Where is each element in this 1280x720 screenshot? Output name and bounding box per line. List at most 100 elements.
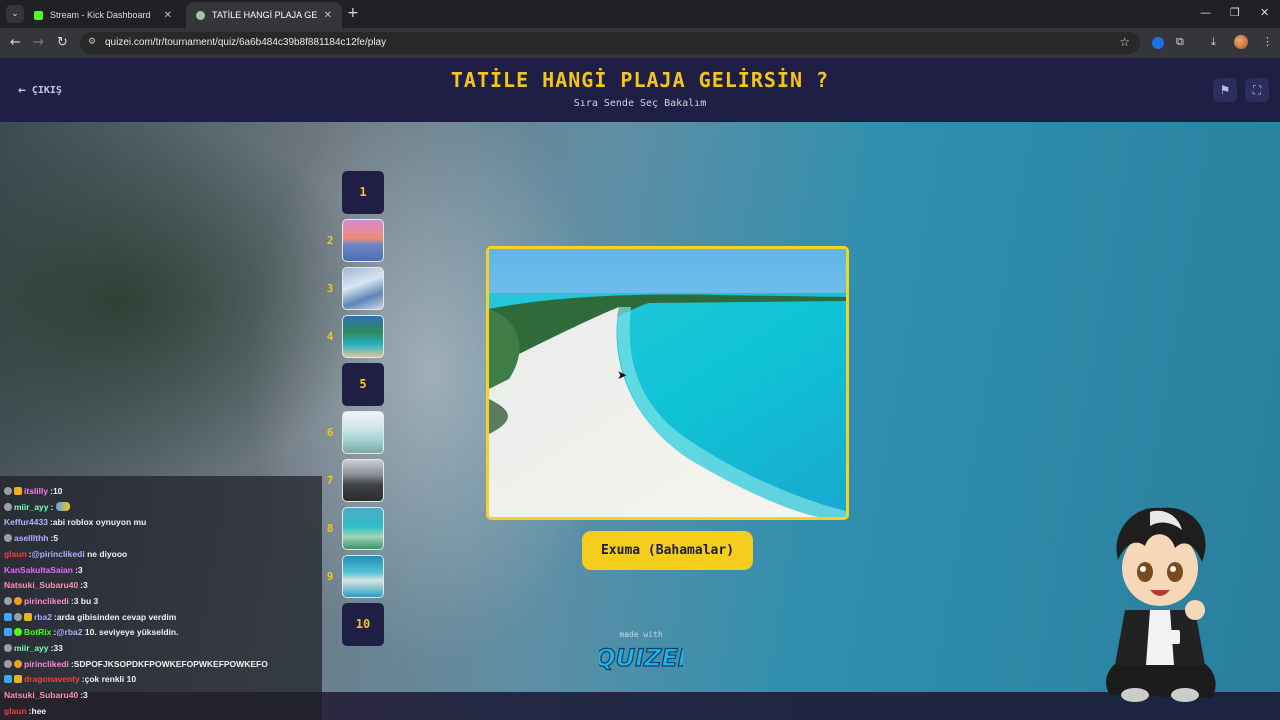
chat-message: KanSakultaSaian: 3 [4, 563, 83, 577]
menu-kebab-icon[interactable]: ⋮ [1262, 35, 1273, 48]
chat-mention[interactable]: @pirinclikedi [32, 547, 85, 561]
chat-username[interactable]: glaun [4, 547, 27, 561]
chat-message: miir_ayy: 33 [4, 641, 63, 655]
orange-badge-icon [14, 659, 22, 668]
chat-username[interactable]: Natsuki_Subaru40 [4, 688, 78, 702]
reload-icon[interactable]: ↻ [57, 35, 68, 51]
tab-quiz[interactable]: TATİLE HANGİ PLAJA GELİRSİN ✕ [186, 2, 342, 28]
step-10[interactable]: 10 [342, 603, 384, 646]
chat-username[interactable]: rba2 [34, 610, 52, 624]
tab-kick-dashboard[interactable]: Stream - Kick Dashboard ✕ [24, 2, 182, 28]
mod-badge-icon [4, 628, 12, 637]
chat-text: 10 [52, 486, 63, 496]
gold-badge-icon [24, 612, 32, 621]
svg-text:QUIZEI: QUIZEI [599, 644, 683, 672]
chat-text: SDPOFJKSOPDKFPOWKEFOPWKEFPOWKEFO [73, 658, 268, 669]
chat-message: BotRix: @rba2 10. seviyeye yükseldin. [4, 625, 178, 639]
sub-badge-icon [4, 502, 12, 511]
mod-badge-icon [4, 612, 12, 621]
chat-message: Natsuki_Subaru40: 3 [4, 688, 88, 702]
chat-message: aselllthh: 5 [4, 531, 58, 545]
step-number: 6 [326, 426, 334, 439]
quiz-favicon-icon [196, 10, 205, 20]
step-9-thumbnail[interactable] [342, 555, 384, 598]
page-title: TATİLE HANGİ PLAJA GELİRSİN ? [450, 68, 830, 92]
sub-badge-icon [4, 534, 12, 543]
profile-avatar[interactable] [1234, 35, 1248, 49]
close-icon[interactable]: ✕ [164, 10, 172, 21]
step-2-thumbnail[interactable] [342, 219, 384, 262]
chat-message: Keffur4433: abi roblox oynuyon mu [4, 515, 146, 529]
chat-text: 3 [77, 564, 83, 575]
chat-username[interactable]: glaun [4, 704, 27, 718]
chat-text: 33 [53, 643, 63, 653]
chat-username[interactable]: pirinclikedi [24, 594, 69, 608]
extensions-puzzle-icon[interactable]: ⧉ [1176, 35, 1184, 49]
tab-search-icon[interactable]: ⌄ [6, 5, 24, 23]
window-close-icon[interactable]: ✕ [1260, 6, 1269, 19]
step-7-thumbnail[interactable] [342, 459, 384, 502]
chat-username[interactable]: itslilly [24, 484, 48, 498]
report-flag-icon[interactable]: ⚑ [1213, 78, 1237, 102]
sub-badge-icon [4, 487, 12, 495]
streamer-avatar [1106, 507, 1216, 702]
stream-chat-overlay: itslilly: 10 miir_ayy: Keffur4433: abi ro… [0, 476, 322, 720]
step-3-thumbnail[interactable] [342, 267, 384, 310]
site-settings-icon[interactable]: ⚙ [88, 37, 96, 47]
quiz-header: ← ÇIKIŞ TATİLE HANGİ PLAJA GELİRSİN ? Sı… [0, 58, 1280, 122]
chat-message: glaun: @pirinclikedi ne diyooo [4, 547, 127, 561]
extension-icon[interactable] [1152, 37, 1164, 49]
choice-image[interactable] [486, 246, 849, 520]
chat-message: dragonaventy: çok renkli 10 [4, 672, 136, 686]
page-subtitle: Sıra Sende Seç Bakalım [573, 98, 707, 109]
address-toolbar: ← → ↻ ⚙ quizei.com/tr/tournament/quiz/6a… [0, 28, 1280, 58]
forward-arrow-icon[interactable]: → [33, 35, 44, 51]
chat-username[interactable]: Keffur4433 [4, 515, 48, 529]
minimize-icon[interactable]: — [1200, 6, 1211, 19]
chat-username[interactable]: dragonaventy [24, 672, 80, 686]
browser-tab-bar: ⌄ Stream - Kick Dashboard ✕ TATİLE HANGİ… [0, 0, 1280, 28]
step-number: 9 [326, 570, 334, 583]
chat-text: 3 bu 3 [73, 595, 99, 606]
back-arrow-icon[interactable]: ← [10, 35, 21, 51]
beach-photo [489, 249, 846, 517]
tab-title: TATİLE HANGİ PLAJA GELİRSİN [212, 10, 318, 20]
chat-username[interactable]: miir_ayy [14, 641, 49, 655]
chat-username[interactable]: miir_ayy [14, 500, 49, 514]
restore-icon[interactable]: ❐ [1230, 6, 1240, 19]
quizei-logo[interactable]: QUIZEI [599, 642, 683, 672]
chat-mention[interactable]: @rba2 [56, 625, 82, 639]
step-5[interactable]: 5 [342, 363, 384, 406]
step-number: 8 [326, 522, 334, 535]
chat-username[interactable]: aselllthh [14, 531, 48, 545]
step-number: 7 [326, 474, 334, 487]
chat-username[interactable]: Natsuki_Subaru40 [4, 578, 78, 592]
chat-username[interactable]: pirinclikedi [24, 657, 69, 671]
orange-badge-icon [14, 596, 22, 605]
chat-message: pirinclikedi: 3 bu 3 [4, 594, 98, 608]
step-1[interactable]: 1 [342, 171, 384, 214]
choice-label-button[interactable]: Exuma (Bahamalar) [582, 531, 753, 570]
mouse-cursor-icon: ➤ [617, 368, 628, 382]
chat-username[interactable]: BotRix [24, 625, 51, 639]
step-4-thumbnail[interactable] [342, 315, 384, 358]
sub-badge-icon [4, 644, 12, 652]
chat-text: 3 [83, 580, 88, 591]
close-icon[interactable]: ✕ [324, 10, 332, 21]
chat-text: ne diyooo [87, 548, 128, 559]
chat-text: abi roblox oynuyon mu [52, 517, 147, 528]
fullscreen-icon[interactable]: ⛶ [1245, 78, 1269, 102]
chat-username[interactable]: KanSakultaSaian [4, 563, 73, 577]
chat-text: hee [31, 705, 47, 716]
url-text[interactable]: quizei.com/tr/tournament/quiz/6a6b484c39… [105, 37, 386, 48]
new-tab-plus-icon[interactable]: + [347, 5, 359, 21]
omnibox[interactable]: ⚙ quizei.com/tr/tournament/quiz/6a6b484c… [80, 32, 1140, 54]
step-8-thumbnail[interactable] [342, 507, 384, 550]
chat-text: 10. seviyeye yükseldin. [84, 627, 179, 638]
chat-message: miir_ayy: [4, 500, 71, 514]
step-number: 3 [326, 282, 334, 295]
sub-badge-icon [4, 596, 12, 605]
bookmark-star-icon[interactable]: ☆ [1119, 35, 1130, 49]
download-icon[interactable]: ⤓ [1211, 35, 1216, 49]
step-6-thumbnail[interactable] [342, 411, 384, 454]
